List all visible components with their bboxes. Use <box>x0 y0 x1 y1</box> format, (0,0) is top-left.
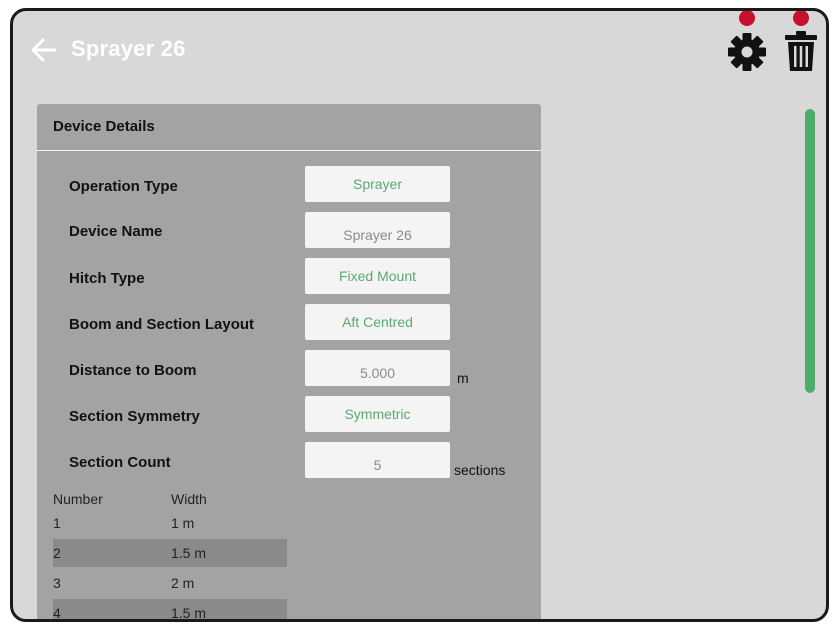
field-value: 5 <box>373 457 382 473</box>
unit-label: m <box>457 370 469 386</box>
hitch-type-select[interactable]: Fixed Mount <box>305 258 450 294</box>
section-number: 4 <box>53 605 61 621</box>
field-label: Hitch Type <box>69 270 145 287</box>
field-label: Section Count <box>69 454 171 471</box>
section-width: 1.5 m <box>171 605 207 621</box>
field-row-section-symmetry: Section Symmetry Symmetric <box>37 396 541 434</box>
device-name-input[interactable]: Sprayer 26 <box>305 212 450 248</box>
back-button[interactable] <box>29 35 59 65</box>
section-width: 2 m <box>171 575 195 591</box>
section-count-input[interactable]: 5 <box>305 442 450 478</box>
settings-button[interactable] <box>726 31 768 73</box>
field-value: Fixed Mount <box>338 268 417 284</box>
field-row-hitch-type: Hitch Type Fixed Mount <box>37 258 541 296</box>
boom-layout-select[interactable]: Aft Centred <box>305 304 450 340</box>
field-row-distance-to-boom: Distance to Boom 5.000 m <box>37 350 541 388</box>
scrollbar[interactable] <box>805 109 815 393</box>
table-row[interactable]: 1 1 m <box>53 509 287 537</box>
page-title: Sprayer 26 <box>71 36 186 61</box>
gear-icon <box>728 33 766 71</box>
field-value: Symmetric <box>344 406 411 422</box>
field-label: Section Symmetry <box>69 408 200 425</box>
column-header-width: Width <box>171 491 207 507</box>
table-row[interactable]: 3 2 m <box>53 569 287 597</box>
field-value: Sprayer 26 <box>343 227 412 243</box>
field-row-section-count: Section Count 5 sections <box>37 442 541 480</box>
arrow-left-icon <box>31 38 57 62</box>
device-details-panel: Device Details Operation Type Sprayer De… <box>37 104 541 621</box>
field-label: Operation Type <box>69 178 178 195</box>
section-number: 1 <box>53 515 61 531</box>
panel-title: Device Details <box>37 104 541 151</box>
section-width: 1 m <box>171 515 195 531</box>
field-row-boom-layout: Boom and Section Layout Aft Centred <box>37 304 541 342</box>
operation-type-select[interactable]: Sprayer <box>305 166 450 202</box>
section-number: 2 <box>53 545 61 561</box>
field-row-device-name: Device Name Sprayer 26 <box>37 212 541 250</box>
trash-icon <box>785 31 817 71</box>
delete-button[interactable] <box>783 28 819 74</box>
unit-label: sections <box>454 462 506 478</box>
section-symmetry-select[interactable]: Symmetric <box>305 396 450 432</box>
column-header-number: Number <box>53 491 103 507</box>
field-value: 5.000 <box>359 365 396 381</box>
app-window: Sprayer 26 Device Details Operation Type… <box>10 8 829 622</box>
field-label: Distance to Boom <box>69 362 197 379</box>
callout-marker <box>793 11 809 26</box>
field-label: Device Name <box>69 223 163 240</box>
table-row[interactable]: 2 1.5 m <box>53 539 287 567</box>
section-width: 1.5 m <box>171 545 207 561</box>
table-row[interactable]: 4 1.5 m <box>53 599 287 621</box>
callout-marker <box>739 11 755 26</box>
distance-to-boom-input[interactable]: 5.000 <box>305 350 450 386</box>
section-table-header: Number Width <box>53 491 207 507</box>
section-number: 3 <box>53 575 61 591</box>
field-row-operation-type: Operation Type Sprayer <box>37 166 541 204</box>
field-value: Aft Centred <box>342 314 413 330</box>
field-value: Sprayer <box>352 176 403 192</box>
field-label: Boom and Section Layout <box>69 316 255 333</box>
